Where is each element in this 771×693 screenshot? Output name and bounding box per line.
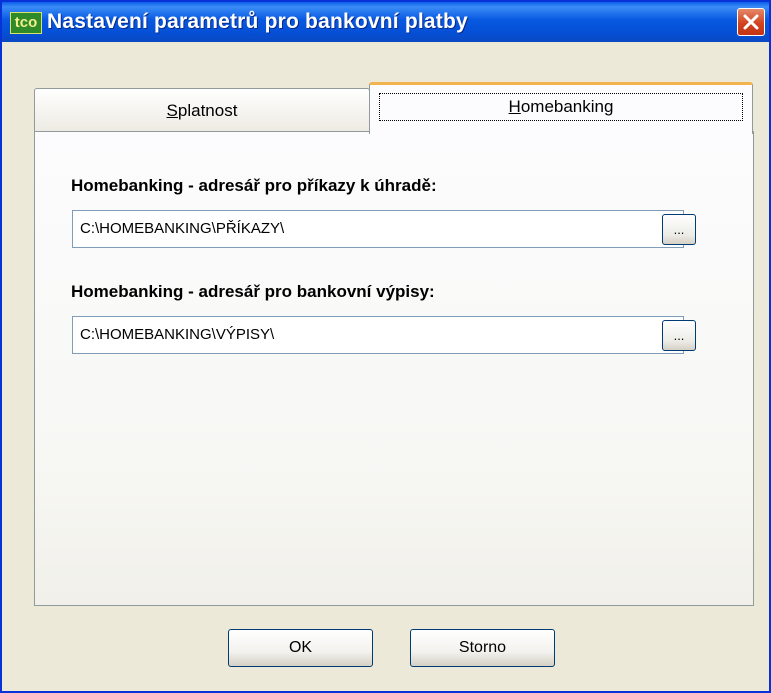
ok-button[interactable]: OK bbox=[228, 629, 373, 667]
statements-dir-input[interactable]: C:\HOMEBANKING\VÝPISY\ bbox=[72, 316, 684, 354]
tab-homebanking[interactable]: Homebanking bbox=[369, 82, 753, 134]
tab-panel-homebanking: Homebanking - adresář pro příkazy k úhra… bbox=[34, 131, 754, 606]
statements-dir-label: Homebanking - adresář pro bankovní výpis… bbox=[71, 282, 435, 301]
tab-splatnost-label: platnost bbox=[177, 101, 238, 120]
cancel-button[interactable]: Storno bbox=[410, 629, 555, 667]
title-bar[interactable]: tco Nastavení parametrů pro bankovní pla… bbox=[2, 2, 769, 42]
dialog-window: tco Nastavení parametrů pro bankovní pla… bbox=[0, 0, 771, 693]
tab-focus-rect: Homebanking bbox=[379, 93, 743, 121]
close-button[interactable] bbox=[737, 8, 765, 36]
statements-browse-button[interactable]: ... bbox=[662, 320, 696, 351]
tab-splatnost[interactable]: Splatnost bbox=[34, 88, 370, 132]
window-title: Nastavení parametrů pro bankovní platby bbox=[47, 10, 468, 33]
tab-splatnost-accesskey: S bbox=[166, 101, 178, 120]
app-icon: tco bbox=[10, 12, 42, 34]
tab-homebanking-accesskey: H bbox=[508, 97, 521, 116]
payment-orders-dir-input[interactable]: C:\HOMEBANKING\PŘÍKAZY\ bbox=[72, 210, 684, 248]
tab-homebanking-label: omebanking bbox=[520, 97, 614, 116]
payment-orders-browse-button[interactable]: ... bbox=[662, 214, 696, 245]
payment-orders-dir-label: Homebanking - adresář pro příkazy k úhra… bbox=[71, 176, 437, 195]
close-icon bbox=[743, 14, 759, 30]
